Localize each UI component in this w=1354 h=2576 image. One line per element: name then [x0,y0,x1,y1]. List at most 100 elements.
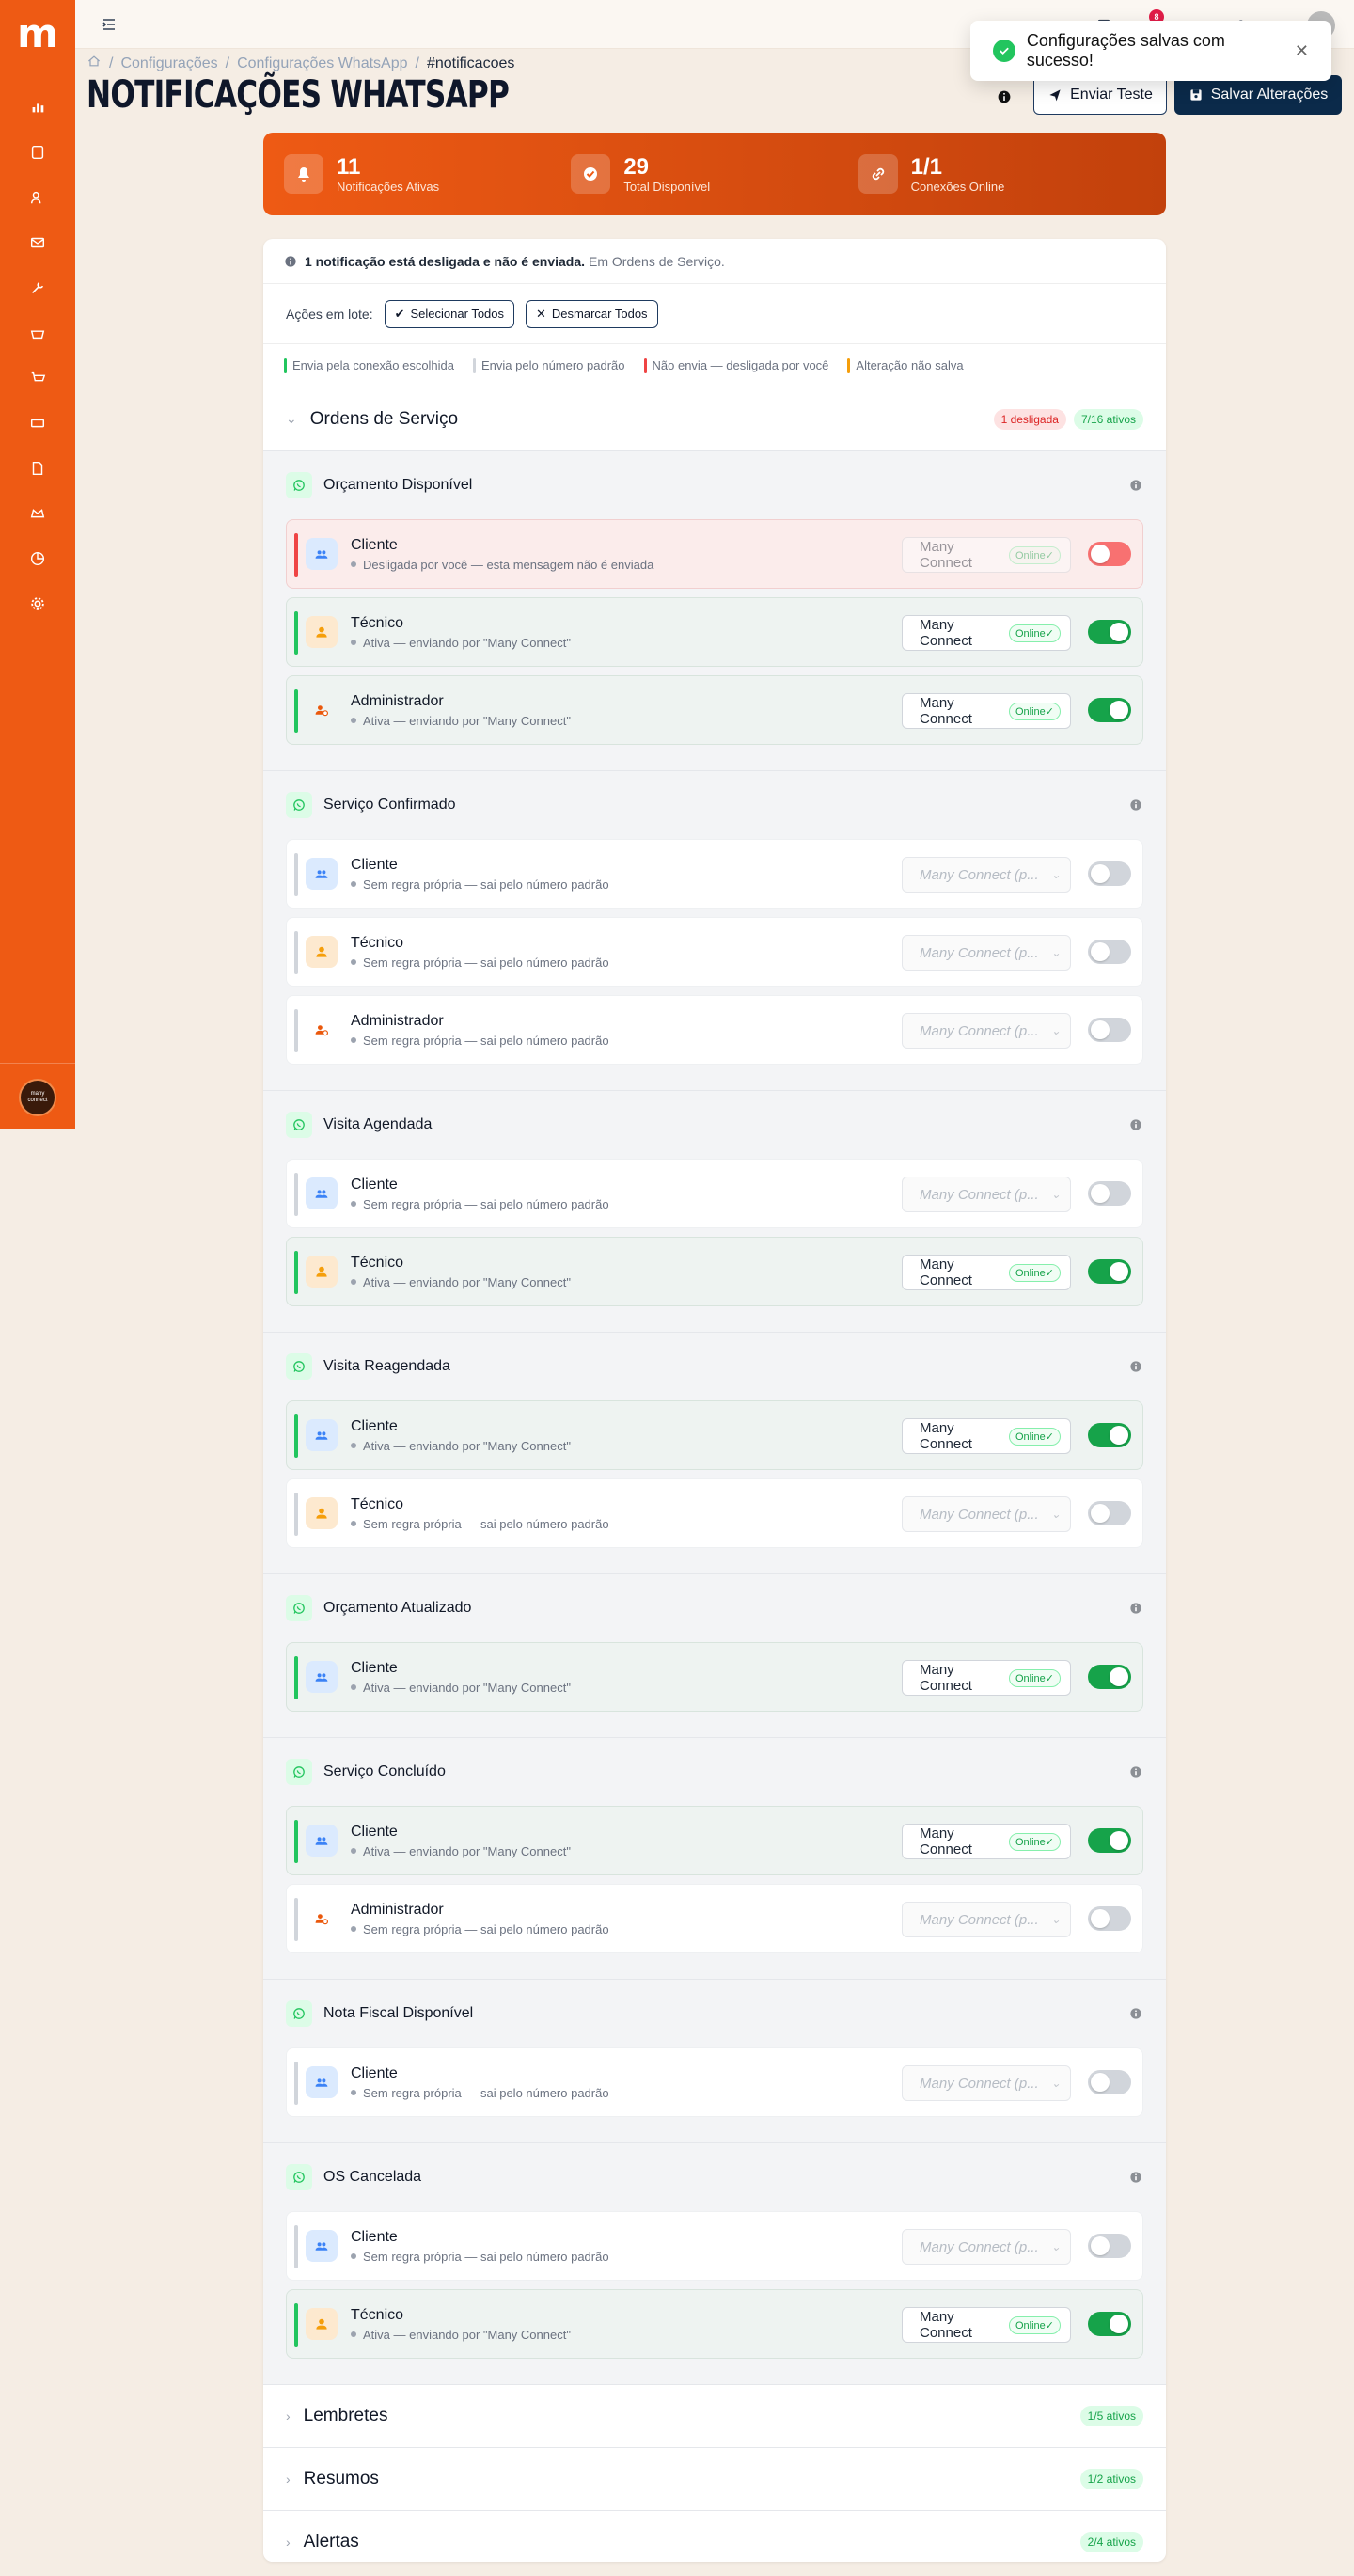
notification-row: Técnico Sem regra própria — sai pelo núm… [286,1478,1143,1548]
notification-group: Visita Reagendada Cliente Ativa — envian… [263,1333,1166,1574]
stat-value: 1/1 [910,153,943,180]
chevron-down-icon: ⌄ [1050,2240,1061,2253]
notification-toggle[interactable] [1088,1501,1131,1525]
sidebar-basket-icon[interactable] [19,314,56,352]
section-header[interactable]: › Alertas 2/4 ativos [263,2511,1166,2562]
info-icon[interactable] [1128,1117,1143,1132]
whatsapp-icon [286,2000,312,2027]
sidebar-mail-icon[interactable] [19,224,56,261]
stat-item: 1/1 Conexões Online [858,154,1145,194]
notification-toggle[interactable] [1088,1423,1131,1447]
connection-select[interactable]: Many Connect Online✓ [902,1418,1071,1454]
notification-toggle[interactable] [1088,698,1131,722]
info-icon[interactable] [1128,1764,1143,1779]
breadcrumb-item[interactable]: Configurações [120,55,217,72]
notification-toggle[interactable] [1088,1018,1131,1042]
role-name: Técnico [351,2306,404,2323]
notification-group: Nota Fiscal Disponível Cliente Sem regra… [263,1980,1166,2143]
status-bar [294,1173,298,1216]
connection-select[interactable]: Many Connect Online✓ [902,2307,1071,2343]
sidebar-crown-icon[interactable] [19,495,56,532]
notification-toggle[interactable] [1088,542,1131,566]
notification-toggle[interactable] [1088,1906,1131,1931]
brand-logo[interactable]: m [17,14,58,54]
sidebar-dashboard-icon[interactable] [19,88,56,126]
section-header[interactable]: › Lembretes 1/5 ativos [263,2385,1166,2448]
select-all-button[interactable]: ✔ Selecionar Todos [384,299,515,328]
cliente-icon [306,858,338,890]
connection-select[interactable]: Many Connect Online✓ [902,537,1071,573]
connection-select[interactable]: Many Connect Online✓ [902,1255,1071,1290]
close-icon[interactable]: ✕ [1295,41,1309,61]
connection-select[interactable]: Many Connect Online✓ [902,1660,1071,1696]
batch-actions: Ações em lote: ✔ Selecionar Todos ✕ Desm… [263,284,1166,344]
status-bar [294,1251,298,1294]
info-icon[interactable] [1128,478,1143,493]
sidebar-clipboard-icon[interactable] [19,134,56,171]
notification-toggle[interactable] [1088,1828,1131,1853]
sidebar-pie-icon[interactable] [19,540,56,577]
notification-toggle[interactable] [1088,861,1131,886]
role-status: Sem regra própria — sai pelo número padr… [351,956,609,970]
legend-item: Alteração não salva [847,357,964,373]
notification-toggle[interactable] [1088,940,1131,964]
connection-select[interactable]: Many Connect (p... ⌄ [902,2065,1071,2101]
connection-select[interactable]: Many Connect Online✓ [902,615,1071,651]
notification-toggle[interactable] [1088,2070,1131,2094]
info-icon[interactable] [1128,2170,1143,2185]
stat-value: 11 [337,153,361,180]
deselect-all-button[interactable]: ✕ Desmarcar Todos [526,299,658,328]
sidebar-divider [0,1063,75,1064]
info-icon[interactable] [1128,798,1143,813]
group-header: Orçamento Disponível [286,451,1143,519]
sidebar-wrench-icon[interactable] [19,269,56,307]
tecnico-icon [306,1256,338,1288]
notification-toggle[interactable] [1088,2234,1131,2258]
active-badge: 1/2 ativos [1079,2469,1143,2489]
connection-select[interactable]: Many Connect Online✓ [902,1824,1071,1859]
notification-row: Administrador Sem regra própria — sai pe… [286,1884,1143,1953]
notification-row: Cliente Sem regra própria — sai pelo núm… [286,1159,1143,1228]
section-header[interactable]: › Resumos 1/2 ativos [263,2448,1166,2511]
save-button[interactable]: Salvar Alterações [1174,75,1342,115]
notification-toggle[interactable] [1088,1181,1131,1206]
off-badge: 1 desligada [993,408,1066,430]
home-icon[interactable] [87,54,102,73]
group-header: Serviço Concluído [286,1738,1143,1806]
connection-select[interactable]: Many Connect (p... ⌄ [902,2229,1071,2265]
notification-toggle[interactable] [1088,620,1131,644]
info-icon[interactable] [1128,1359,1143,1374]
notification-toggle[interactable] [1088,1259,1131,1284]
sidebar-users-icon[interactable] [19,179,56,216]
send-test-button[interactable]: Enviar Teste [1033,75,1167,115]
breadcrumb-item[interactable]: Configurações WhatsApp [237,55,407,72]
status-bar [294,853,298,896]
connection-select[interactable]: Many Connect (p... ⌄ [902,1496,1071,1532]
notification-toggle[interactable] [1088,2312,1131,2336]
notice-text: Em Ordens de Serviço. [589,253,725,269]
active-badge: 7/16 ativos [1073,408,1143,430]
role-name: Administrador [351,1901,444,1918]
connection-select[interactable]: Many Connect Online✓ [902,693,1071,729]
connection-select[interactable]: Many Connect (p... ⌄ [902,1902,1071,1937]
info-icon[interactable] [993,86,1016,108]
connection-select[interactable]: Many Connect (p... ⌄ [902,935,1071,971]
company-avatar[interactable]: many connect [19,1079,56,1116]
sidebar-gear-icon[interactable] [19,585,56,623]
connection-select[interactable]: Many Connect (p... ⌄ [902,1177,1071,1212]
info-icon[interactable] [1128,2006,1143,2021]
tecnico-icon [306,1497,338,1529]
connection-select[interactable]: Many Connect (p... ⌄ [902,857,1071,893]
sidebar-document-icon[interactable] [19,450,56,487]
section-header-ordens[interactable]: ⌄ Ordens de Serviço 1 desligada 7/16 ati… [263,387,1166,451]
info-icon[interactable] [1128,1601,1143,1616]
group-title: Visita Reagendada [323,1358,450,1374]
notification-row: Cliente Ativa — enviando por "Many Conne… [286,1806,1143,1875]
sidebar-ticket-icon[interactable] [19,404,56,442]
sidebar-cart-icon[interactable] [19,359,56,397]
connection-select[interactable]: Many Connect (p... ⌄ [902,1013,1071,1049]
menu-toggle-icon[interactable] [100,15,118,34]
notification-toggle[interactable] [1088,1665,1131,1689]
admin-icon [306,1903,338,1935]
status-bar [294,533,298,577]
